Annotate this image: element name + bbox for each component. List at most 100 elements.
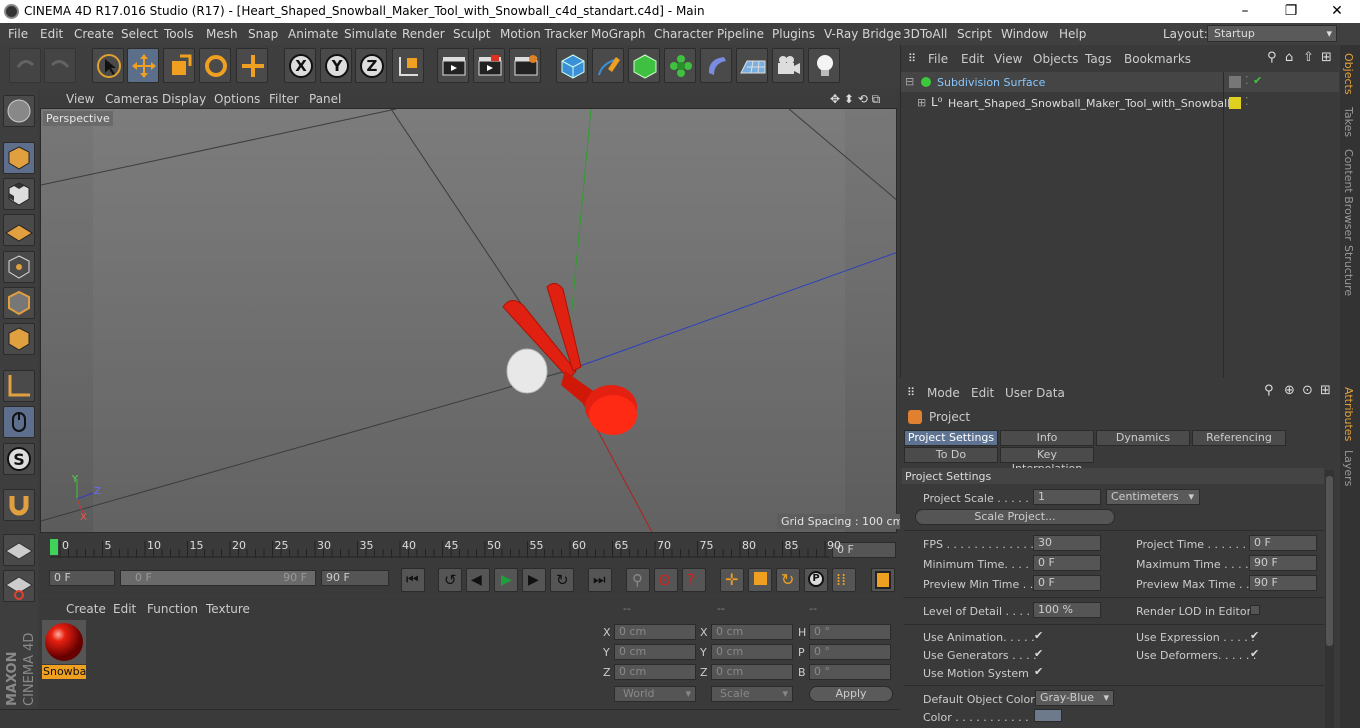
menu-sculpt[interactable]: Sculpt	[453, 27, 490, 41]
record-keys-button[interactable]: ⚲	[626, 568, 650, 592]
scrollbar-thumb[interactable]	[1326, 476, 1333, 646]
edges-mode-button[interactable]	[3, 287, 35, 319]
coord-value-field[interactable]: 0 °	[809, 664, 891, 680]
menu-simulate[interactable]: Simulate	[344, 27, 397, 41]
key-position-button[interactable]: ✛	[720, 568, 744, 592]
viewport-navigation-icons[interactable]: ✥ ⬍ ⟲ ⧉	[830, 92, 880, 107]
level-of-detail-input[interactable]: 100 %	[1033, 602, 1101, 618]
attr-menu-user-data[interactable]: User Data	[1005, 386, 1065, 400]
render-settings-button[interactable]	[509, 48, 541, 83]
key-scale-button[interactable]	[748, 568, 772, 592]
add-light-button[interactable]	[808, 48, 840, 83]
history-icon[interactable]: ⊙	[1302, 383, 1313, 398]
render-lod-checkbox[interactable]	[1250, 605, 1260, 615]
visibility-dots[interactable]: ⁚	[1245, 95, 1249, 108]
timeline-window-button[interactable]	[871, 568, 895, 592]
add-mograph-button[interactable]	[664, 48, 696, 83]
magnet-button[interactable]	[3, 489, 35, 521]
coord-space-dropdown[interactable]: World ▾	[614, 686, 696, 702]
add-spline-button[interactable]	[592, 48, 624, 83]
autokey-button[interactable]: ⊙	[654, 568, 678, 592]
home-icon[interactable]: ⌂	[1285, 50, 1293, 65]
end-frame-field[interactable]: 90 F	[321, 570, 389, 586]
coord-value-field[interactable]: 0 cm	[711, 624, 793, 640]
coord-value-field[interactable]: 0 cm	[711, 644, 793, 660]
color-swatch[interactable]	[1034, 709, 1062, 722]
maximize-button[interactable]: ❐	[1268, 0, 1314, 23]
new-panel-icon[interactable]: ⊞	[1321, 50, 1332, 65]
new-panel-icon[interactable]: ⊞	[1320, 383, 1331, 398]
material-menu-texture[interactable]: Texture	[206, 602, 250, 616]
use-motion-system-checkbox[interactable]: ✔	[1034, 666, 1045, 678]
prev-key-button[interactable]: ↺	[438, 568, 462, 592]
rotate-tool-button[interactable]	[199, 48, 231, 83]
tab-key-interpolation[interactable]: Key Interpolation	[1000, 447, 1094, 475]
menu-vray-bridge[interactable]: V-Ray Bridge	[824, 27, 901, 41]
side-tab-attributes[interactable]: Attributes	[1342, 387, 1355, 441]
undo-button[interactable]	[9, 48, 41, 83]
tab-to-do[interactable]: To Do	[904, 447, 998, 463]
material-thumbnail[interactable]	[42, 620, 86, 664]
project-scale-unit-dropdown[interactable]: Centimeters ▾	[1106, 489, 1200, 505]
attributes-scrollbar[interactable]	[1325, 470, 1334, 728]
minimize-button[interactable]: –	[1222, 0, 1268, 23]
scale-tool-button[interactable]	[163, 48, 195, 83]
coord-value-field[interactable]: 0 cm	[614, 664, 696, 680]
menu-tools[interactable]: Tools	[164, 27, 194, 41]
preview-max-time-input[interactable]: 90 F	[1249, 575, 1317, 591]
next-key-button[interactable]: ↻	[550, 568, 574, 592]
start-frame-field[interactable]: 0 F	[49, 570, 115, 586]
material-menu-edit[interactable]: Edit	[113, 602, 136, 616]
minimum-time-input[interactable]: 0 F	[1033, 555, 1101, 571]
menu-select[interactable]: Select	[121, 27, 158, 41]
render-to-picture-viewer-button[interactable]	[473, 48, 505, 83]
objects-menu-file[interactable]: File	[928, 52, 948, 66]
fps-input[interactable]: 30	[1033, 535, 1101, 551]
search-icon[interactable]: ⚲	[1264, 383, 1274, 398]
expand-icon[interactable]: ⊞	[917, 96, 926, 109]
add-floor-button[interactable]	[736, 48, 768, 83]
menu-pipeline[interactable]: Pipeline	[717, 27, 764, 41]
locked-workplane-button[interactable]	[3, 570, 35, 602]
use-animation-checkbox[interactable]: ✔	[1034, 630, 1045, 642]
coord-value-field[interactable]: 0 °	[809, 644, 891, 660]
object-row-snowball-maker[interactable]: ⊞ L⁰ Heart_Shaped_Snowball_Maker_Tool_wi…	[901, 93, 1339, 113]
side-tab-layers[interactable]: Layers	[1342, 450, 1355, 486]
menu-edit[interactable]: Edit	[40, 27, 63, 41]
apply-button[interactable]: Apply	[809, 686, 893, 702]
objects-menu-tags[interactable]: Tags	[1085, 52, 1112, 66]
x-axis-lock-button[interactable]: X	[284, 48, 316, 83]
menu-help[interactable]: Help	[1059, 27, 1086, 41]
up-arrow-icon[interactable]: ⇧	[1303, 50, 1314, 65]
project-scale-input[interactable]: 1	[1033, 489, 1101, 505]
maximum-time-input[interactable]: 90 F	[1249, 555, 1317, 571]
polygons-mode-button[interactable]	[3, 323, 35, 355]
key-rotation-button[interactable]: ↻	[776, 568, 800, 592]
layer-swatch[interactable]	[1229, 76, 1241, 88]
next-frame-button[interactable]: ▶	[522, 568, 546, 592]
add-nurbs-button[interactable]	[628, 48, 660, 83]
default-object-color-dropdown[interactable]: Gray-Blue ▾	[1035, 690, 1114, 706]
coord-value-field[interactable]: 0 °	[809, 624, 891, 640]
redo-button[interactable]	[44, 48, 76, 83]
material-menu-create[interactable]: Create	[66, 602, 106, 616]
points-mode-button[interactable]	[3, 251, 35, 283]
menu-3dtoall[interactable]: 3DToAll	[903, 27, 947, 41]
visibility-dots[interactable]: ⁚	[1245, 74, 1249, 87]
viewport-menu-view[interactable]: View	[66, 92, 94, 106]
preview-range-slider[interactable]: 0 F 90 F	[120, 570, 316, 586]
key-parameter-button[interactable]: P	[804, 568, 828, 592]
make-editable-button[interactable]	[3, 95, 35, 127]
attr-menu-mode[interactable]: Mode	[927, 386, 960, 400]
layout-dropdown[interactable]: Startup ▾	[1207, 25, 1337, 42]
play-button[interactable]: ▶	[494, 568, 518, 592]
go-to-start-button[interactable]: ⏮	[401, 568, 425, 592]
attr-menu-edit[interactable]: Edit	[971, 386, 994, 400]
object-name-subdivision-surface[interactable]: Subdivision Surface	[937, 76, 1045, 89]
side-tab-structure[interactable]: Structure	[1342, 245, 1355, 296]
use-expression-checkbox[interactable]: ✔	[1250, 630, 1261, 642]
add-camera-button[interactable]	[772, 48, 804, 83]
axis-mode-button[interactable]	[3, 370, 35, 402]
search-icon[interactable]: ⚲	[1267, 50, 1277, 65]
texture-mode-button[interactable]	[3, 178, 35, 210]
